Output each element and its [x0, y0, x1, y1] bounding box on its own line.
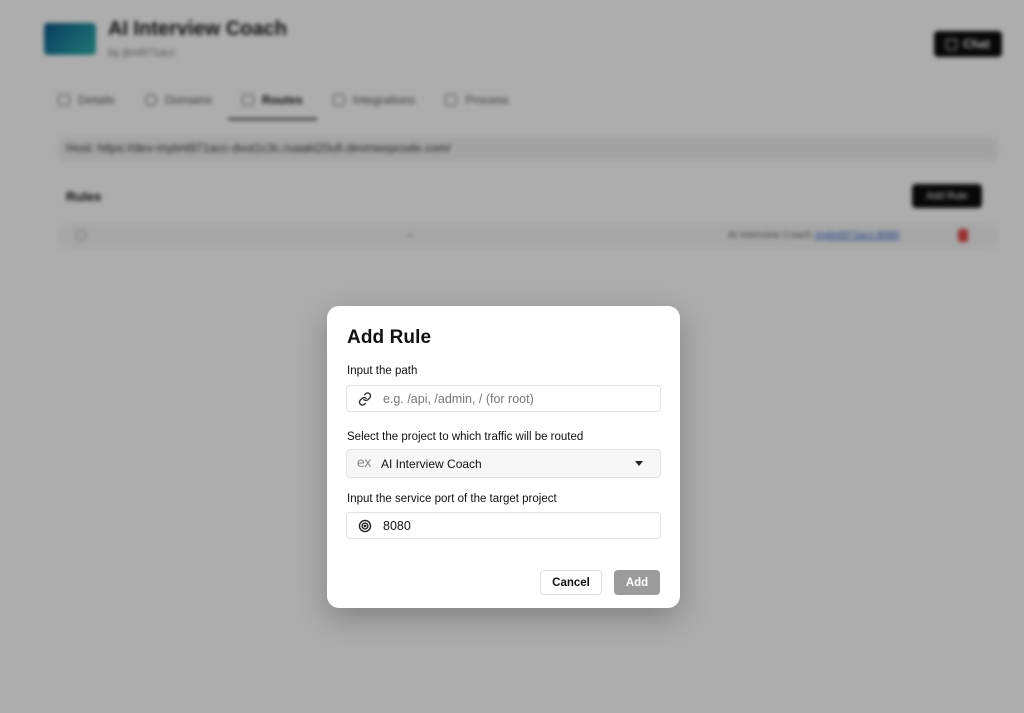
project-label: Select the project to which traffic will… — [347, 431, 584, 443]
project-select-value: AI Interview Coach — [381, 456, 482, 471]
path-label: Input the path — [347, 365, 418, 377]
add-rule-dialog: Add Rule Input the path Select the proje… — [327, 306, 680, 608]
add-button[interactable]: Add — [614, 570, 660, 595]
port-label: Input the service port of the target pro… — [347, 493, 557, 505]
cancel-button[interactable]: Cancel — [540, 570, 602, 595]
port-field — [346, 512, 661, 539]
path-input[interactable] — [383, 391, 643, 406]
project-select[interactable]: ex AI Interview Coach — [346, 449, 661, 478]
chevron-down-icon[interactable] — [635, 461, 643, 466]
project-prefix-icon: ex — [356, 456, 372, 471]
dialog-title: Add Rule — [347, 327, 432, 348]
path-field — [346, 385, 661, 412]
link-icon — [347, 391, 383, 406]
target-icon — [347, 519, 383, 533]
port-input[interactable] — [383, 518, 643, 533]
